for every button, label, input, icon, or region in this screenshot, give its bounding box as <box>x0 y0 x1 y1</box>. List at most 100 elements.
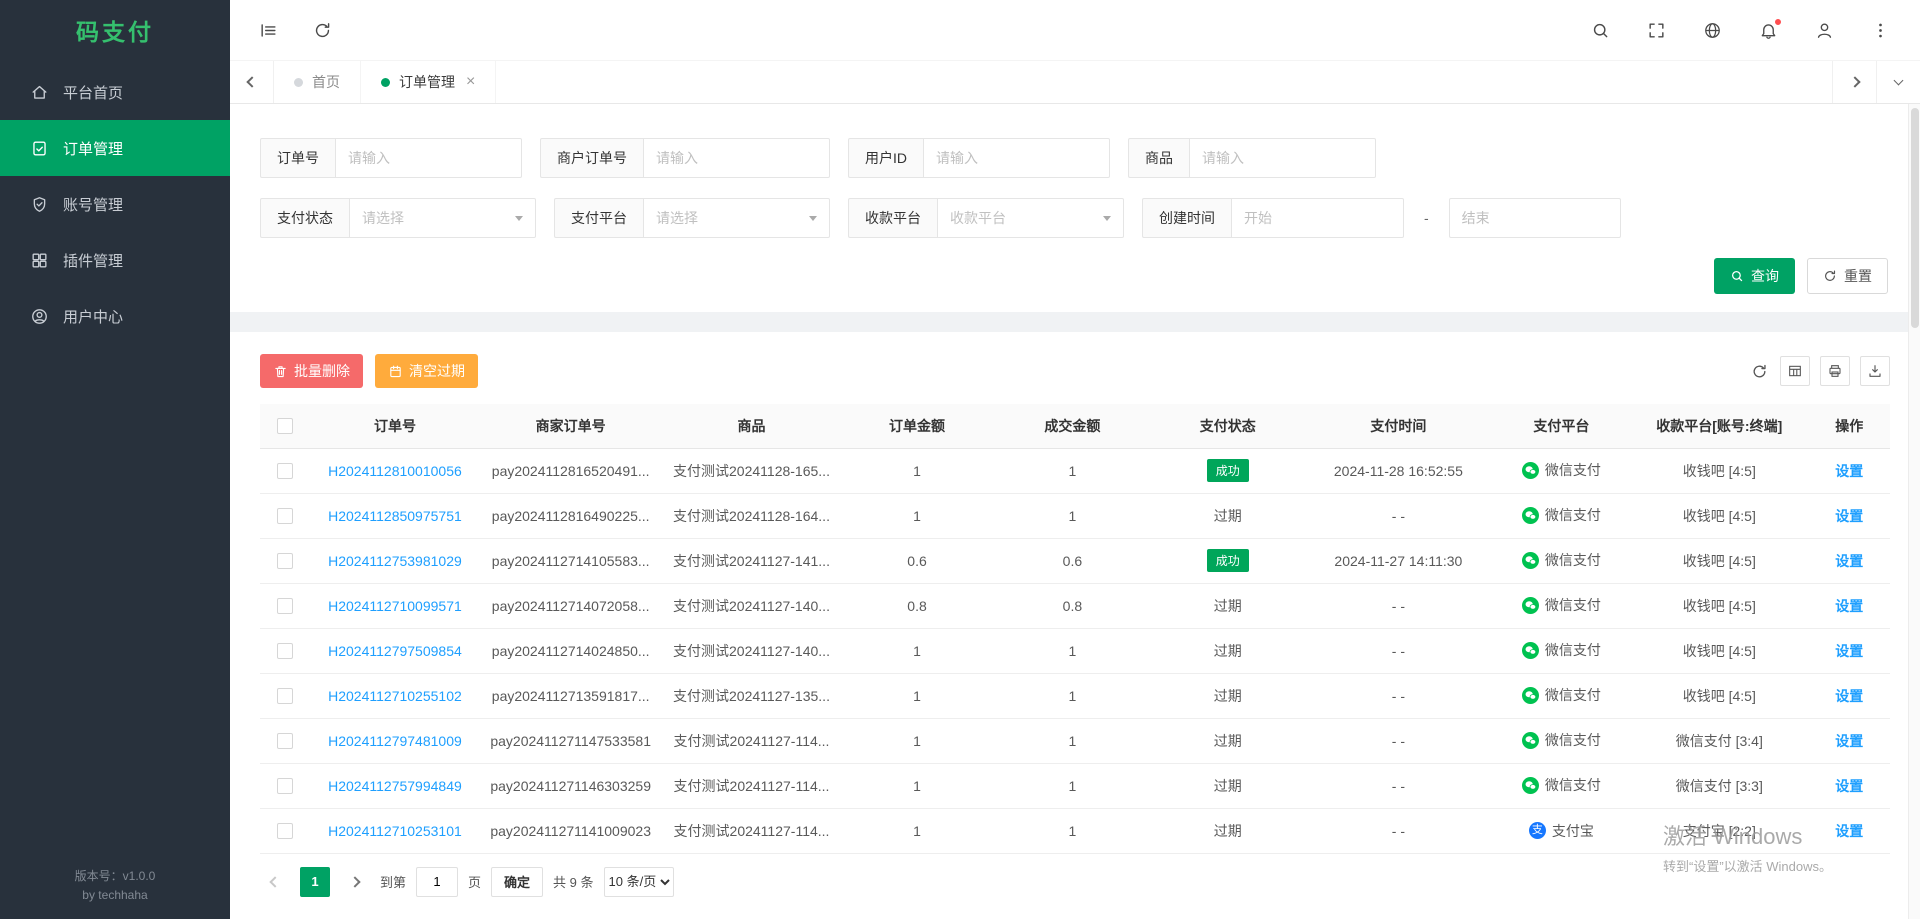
tabs-scroll-left-button[interactable] <box>230 61 274 103</box>
order-no-link[interactable]: H2024112753981029 <box>328 553 462 569</box>
table-row: H2024112850975751 pay2024112816490225...… <box>260 493 1890 538</box>
row-checkbox[interactable] <box>277 508 293 524</box>
filter-user-id: 用户ID <box>848 138 1110 178</box>
column-header: 收款平台[账号:终端] <box>1630 404 1808 448</box>
order-no-link[interactable]: H2024112810010056 <box>328 463 462 479</box>
sidebar-item-orders[interactable]: 订单管理 <box>0 120 230 176</box>
payment-platform-icon: 支 <box>1522 732 1539 749</box>
merchant-order-no-cell: pay202411271146303259 <box>479 763 662 808</box>
export-button[interactable] <box>1860 356 1890 386</box>
filter-label: 用户ID <box>848 138 924 178</box>
table-header-row: 订单号 商家订单号 商品 订单金额 成交金额 支付状态 支付时间 支付平台 收款… <box>260 404 1890 448</box>
order-no-link[interactable]: H2024112710099571 <box>328 598 462 614</box>
sidebar-footer: 版本号：v1.0.0 by techhaha <box>0 867 230 905</box>
page-unit-label: 页 <box>468 872 481 891</box>
order-no-link[interactable]: H2024112710253101 <box>328 823 462 839</box>
receive-platform-select[interactable]: 收款平台 <box>938 198 1124 238</box>
more-menu-icon[interactable] <box>1870 20 1890 40</box>
search-button[interactable]: 查询 <box>1714 258 1795 294</box>
select-placeholder: 收款平台 <box>950 208 1006 228</box>
platform-cell-td: 支 微信支付 <box>1493 583 1631 628</box>
row-checkbox[interactable] <box>277 553 293 569</box>
order-settings-link[interactable]: 设置 <box>1835 733 1863 749</box>
date-end-input[interactable] <box>1449 198 1621 238</box>
order-no-link[interactable]: H2024112850975751 <box>328 508 462 524</box>
sidebar-item-home[interactable]: 平台首页 <box>0 64 230 120</box>
tabs-dropdown-button[interactable] <box>1876 61 1920 103</box>
print-button[interactable] <box>1820 356 1850 386</box>
table-refresh-icon[interactable] <box>1748 360 1770 382</box>
goto-page-input[interactable] <box>416 867 458 897</box>
refresh-page-icon[interactable] <box>312 20 332 40</box>
tab-order-management[interactable]: 订单管理 <box>361 61 496 103</box>
prev-page-button[interactable] <box>260 867 290 897</box>
scrollbar-thumb[interactable] <box>1911 108 1919 328</box>
notification-bell-icon[interactable] <box>1758 20 1778 40</box>
order-settings-link[interactable]: 设置 <box>1835 688 1863 704</box>
order-no-input[interactable] <box>336 138 522 178</box>
reset-button[interactable]: 重置 <box>1807 258 1888 294</box>
order-no-link[interactable]: H2024112797481009 <box>328 733 462 749</box>
payment-platform-icon: 支 <box>1522 552 1539 569</box>
goto-confirm-button[interactable]: 确定 <box>491 867 543 897</box>
table-row: H2024112797481009 pay202411271147533581 … <box>260 718 1890 763</box>
table-row: H2024112757994849 pay202411271146303259 … <box>260 763 1890 808</box>
byline-text: by techhaha <box>0 886 230 905</box>
chevron-down-icon <box>809 216 817 221</box>
tab-close-icon[interactable] <box>466 74 475 90</box>
page-size-select[interactable]: 10 条/页 <box>604 867 674 897</box>
pay-time-cell: 2024-11-27 14:11:30 <box>1304 538 1492 583</box>
status-cell: 过期 <box>1151 628 1304 673</box>
product-input[interactable] <box>1190 138 1376 178</box>
pay-platform-select[interactable]: 请选择 <box>644 198 830 238</box>
current-page-button[interactable]: 1 <box>300 867 330 897</box>
tabbar: 首页 订单管理 <box>230 60 1920 104</box>
order-settings-link[interactable]: 设置 <box>1835 508 1863 524</box>
order-no-link[interactable]: H2024112797509854 <box>328 643 462 659</box>
row-checkbox[interactable] <box>277 733 293 749</box>
sidebar-item-label: 平台首页 <box>63 82 123 103</box>
row-checkbox[interactable] <box>277 778 293 794</box>
search-button-label: 查询 <box>1751 266 1779 286</box>
clear-expired-button[interactable]: 清空过期 <box>375 354 478 388</box>
select-all-checkbox[interactable] <box>277 418 293 434</box>
fullscreen-icon[interactable] <box>1646 20 1666 40</box>
merchant-order-no-cell: pay2024112816520491... <box>479 448 662 493</box>
sidebar-item-user-center[interactable]: 用户中心 <box>0 288 230 344</box>
order-settings-link[interactable]: 设置 <box>1835 778 1863 794</box>
sidebar-item-label: 插件管理 <box>63 250 123 271</box>
paid-amount-cell: 1 <box>993 448 1151 493</box>
search-icon[interactable] <box>1590 20 1610 40</box>
order-no-link[interactable]: H2024112757994849 <box>328 778 462 794</box>
order-settings-link[interactable]: 设置 <box>1835 553 1863 569</box>
date-start-input[interactable] <box>1232 198 1404 238</box>
collapse-sidebar-icon[interactable] <box>258 20 278 40</box>
order-no-link[interactable]: H2024112710255102 <box>328 688 462 704</box>
order-settings-link[interactable]: 设置 <box>1835 598 1863 614</box>
order-icon <box>30 139 49 158</box>
pay-status-select[interactable]: 请选择 <box>350 198 536 238</box>
status-badge: 过期 <box>1214 596 1242 616</box>
order-settings-link[interactable]: 设置 <box>1835 463 1863 479</box>
user-id-input[interactable] <box>924 138 1110 178</box>
sidebar-item-accounts[interactable]: 账号管理 <box>0 176 230 232</box>
row-checkbox[interactable] <box>277 643 293 659</box>
row-checkbox[interactable] <box>277 688 293 704</box>
tabs-scroll-right-button[interactable] <box>1832 61 1876 103</box>
row-checkbox[interactable] <box>277 823 293 839</box>
columns-toggle-button[interactable] <box>1780 356 1810 386</box>
scrollbar[interactable] <box>1908 104 1920 919</box>
payment-platform-icon: 支 <box>1522 507 1539 524</box>
order-settings-link[interactable]: 设置 <box>1835 643 1863 659</box>
next-page-button[interactable] <box>340 867 370 897</box>
user-avatar-icon[interactable] <box>1814 20 1834 40</box>
order-settings-link[interactable]: 设置 <box>1835 823 1863 839</box>
sidebar-item-plugins[interactable]: 插件管理 <box>0 232 230 288</box>
row-checkbox[interactable] <box>277 598 293 614</box>
batch-delete-button[interactable]: 批量删除 <box>260 354 363 388</box>
tab-home[interactable]: 首页 <box>274 61 361 103</box>
filter-label: 支付状态 <box>260 198 350 238</box>
language-icon[interactable] <box>1702 20 1722 40</box>
merchant-order-no-input[interactable] <box>644 138 830 178</box>
row-checkbox[interactable] <box>277 463 293 479</box>
